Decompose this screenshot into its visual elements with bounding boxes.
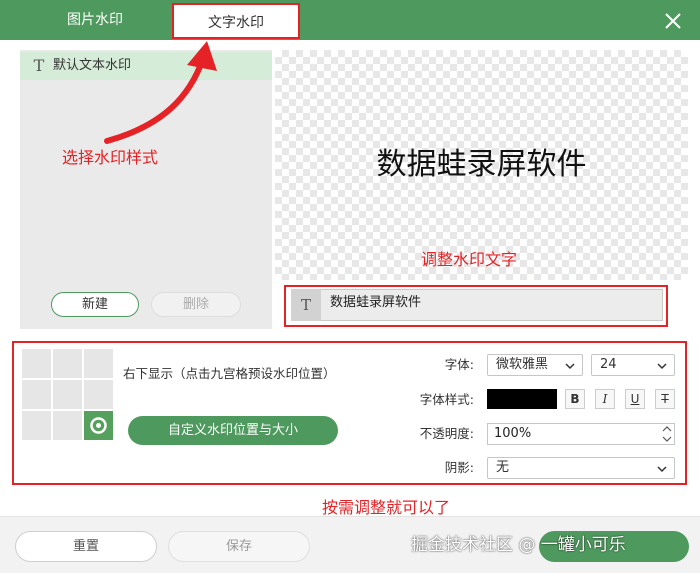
chevron-down-icon <box>657 363 667 370</box>
shadow-select[interactable]: 无 <box>487 457 675 479</box>
watermark-text-value[interactable]: 数据蛙录屏软件 <box>330 289 421 321</box>
annotation-select-style: 选择水印样式 <box>62 148 159 167</box>
position-cell-top-center[interactable] <box>53 349 82 378</box>
selected-position-icon <box>90 417 107 434</box>
tab-text-watermark[interactable]: 文字水印 <box>172 3 300 39</box>
annotation-adjust-text: 调整水印文字 <box>421 250 518 269</box>
delete-template-button[interactable]: 删除 <box>151 292 241 317</box>
font-style-label: 字体样式: <box>419 392 474 407</box>
position-cell-top-right[interactable] <box>84 349 113 378</box>
watermark-credit: 掘金技术社区 @ 一罐小可乐 <box>411 535 626 555</box>
tab-image-watermark[interactable]: 图片水印 <box>20 0 170 40</box>
chevron-down-icon <box>565 363 575 370</box>
underline-button[interactable]: U <box>625 389 645 409</box>
chevron-down-icon <box>657 466 667 473</box>
position-cell-bottom-center[interactable] <box>53 411 82 440</box>
opacity-label: 不透明度: <box>419 426 474 441</box>
preview-text: 数据蛙录屏软件 <box>376 147 587 182</box>
position-cell-middle-right[interactable] <box>84 380 113 409</box>
font-family-select[interactable]: 微软雅黑 <box>487 354 583 376</box>
shadow-label: 阴影: <box>444 460 474 475</box>
font-size-select[interactable]: 24 <box>591 354 675 376</box>
position-cell-bottom-left[interactable] <box>22 411 51 440</box>
font-label: 字体: <box>444 357 474 372</box>
save-button[interactable]: 保存 <box>168 531 310 562</box>
custom-position-size-button[interactable]: 自定义水印位置与大小 <box>128 416 338 445</box>
position-description: 右下显示（点击九宫格预设水印位置） <box>123 366 336 381</box>
text-t-icon: T <box>291 289 321 321</box>
position-cell-bottom-right[interactable] <box>84 411 113 440</box>
bold-button[interactable]: B <box>565 389 585 409</box>
annotation-arrow-icon <box>104 41 217 144</box>
italic-button[interactable]: I <box>595 389 615 409</box>
new-template-button[interactable]: 新建 <box>51 292 139 317</box>
close-icon[interactable] <box>660 8 686 34</box>
stepper-arrows-icon <box>662 426 672 442</box>
shadow-value: 无 <box>496 460 510 475</box>
position-cell-top-left[interactable] <box>22 349 51 378</box>
font-size-value: 24 <box>600 357 617 372</box>
opacity-input[interactable]: 100% <box>487 423 675 445</box>
text-t-icon: T <box>33 56 45 75</box>
position-cell-middle-left[interactable] <box>22 380 51 409</box>
reset-button[interactable]: 重置 <box>15 531 157 562</box>
font-color-swatch[interactable] <box>487 389 557 409</box>
position-cell-middle-center[interactable] <box>53 380 82 409</box>
opacity-stepper[interactable] <box>660 424 674 444</box>
font-family-value: 微软雅黑 <box>496 357 549 372</box>
strikethrough-button[interactable]: T <box>655 389 675 409</box>
